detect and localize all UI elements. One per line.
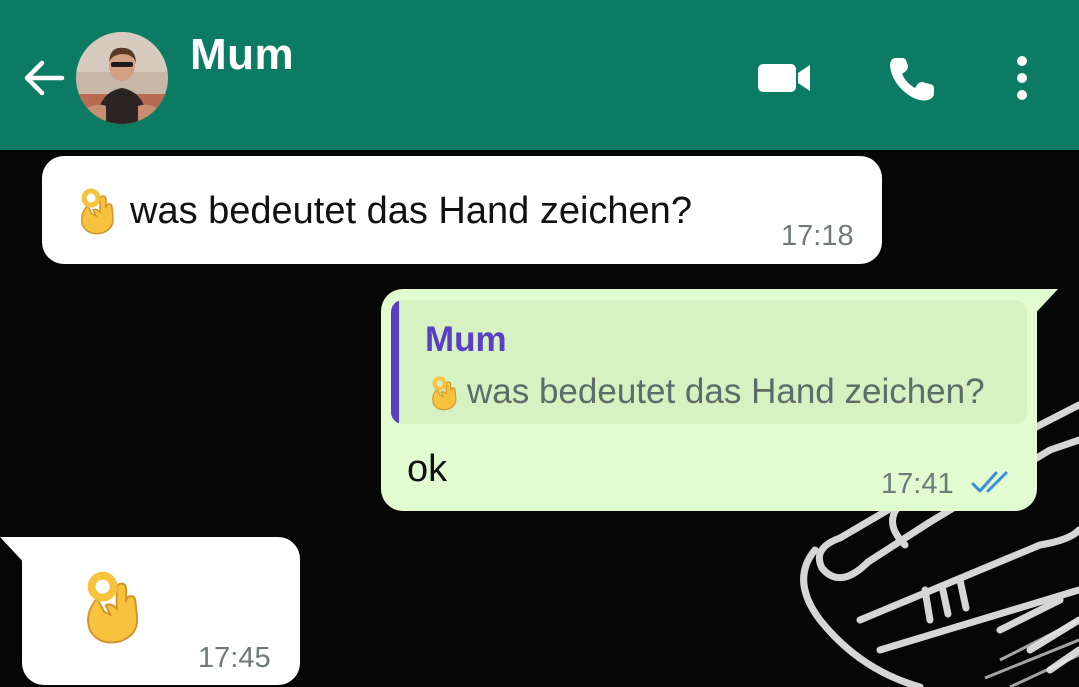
message-text: was bedeutet das Hand zeichen?: [130, 190, 692, 232]
quoted-message[interactable]: Mum was bedeutet das Hand zeichen?: [391, 300, 1027, 424]
chat-screen: Mum was bedeutet das Hand zeichen? 17:18…: [0, 0, 1079, 687]
video-call-icon[interactable]: [752, 52, 816, 104]
ok-hand-icon: [80, 188, 114, 235]
phone-icon[interactable]: [882, 52, 942, 104]
quote-author: Mum: [425, 320, 507, 359]
avatar[interactable]: [76, 32, 168, 124]
read-receipt-icon: [971, 471, 1008, 493]
more-vert-icon[interactable]: [1002, 52, 1042, 104]
quote-accent-bar: [391, 300, 399, 424]
quote-text: was bedeutet das Hand zeichen?: [467, 372, 985, 411]
ok-hand-icon: [87, 571, 139, 644]
chat-header: Mum: [0, 0, 1079, 150]
message-text: ok: [407, 448, 448, 490]
message-time: 17:41: [881, 468, 954, 500]
arrow-left-icon[interactable]: [18, 52, 70, 104]
message-time: 17:18: [781, 220, 854, 252]
ok-hand-icon: [432, 376, 457, 411]
message-time: 17:45: [198, 642, 271, 674]
contact-name[interactable]: Mum: [190, 30, 294, 80]
